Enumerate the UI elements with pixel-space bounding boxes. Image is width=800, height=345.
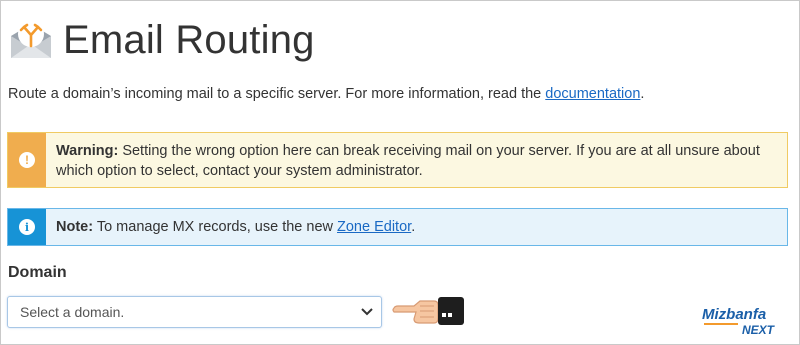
note-bar: i bbox=[8, 209, 46, 245]
warning-body: Warning: Setting the wrong option here c… bbox=[46, 133, 787, 187]
domain-label: Domain bbox=[8, 264, 67, 281]
domain-select[interactable]: Select a domain. bbox=[7, 296, 382, 328]
warning-text: Setting the wrong option here can break … bbox=[56, 143, 760, 179]
note-end: . bbox=[411, 219, 416, 235]
note-body: Note: To manage MX records, use the new … bbox=[46, 209, 425, 245]
warning-callout: ! Warning: Setting the wrong option here… bbox=[7, 132, 788, 188]
note-label: Note: bbox=[56, 219, 94, 235]
page-header: Email Routing bbox=[7, 10, 315, 70]
pointing-hand-icon bbox=[392, 297, 464, 325]
page-title: Email Routing bbox=[63, 17, 315, 62]
description-end: . bbox=[640, 86, 645, 102]
exclamation-icon: ! bbox=[19, 152, 35, 168]
logo-suffix: NEXT bbox=[742, 323, 776, 337]
info-icon: i bbox=[19, 219, 35, 235]
documentation-link[interactable]: documentation bbox=[545, 86, 640, 102]
email-routing-icon bbox=[11, 21, 51, 58]
mizbanfa-logo: Mizbanfa NEXT bbox=[700, 303, 784, 337]
note-callout: i Note: To manage MX records, use the ne… bbox=[7, 208, 788, 246]
warning-bar: ! bbox=[8, 133, 46, 187]
page-description: Route a domain’s incoming mail to a spec… bbox=[8, 86, 644, 102]
description-text: Route a domain’s incoming mail to a spec… bbox=[8, 86, 546, 102]
chevron-down-icon bbox=[353, 308, 381, 316]
zone-editor-link[interactable]: Zone Editor bbox=[337, 219, 411, 235]
note-text: To manage MX records, use the new bbox=[93, 219, 338, 235]
domain-select-value: Select a domain. bbox=[20, 304, 125, 320]
warning-label: Warning: bbox=[56, 143, 119, 159]
logo-brand: Mizbanfa bbox=[702, 306, 766, 323]
